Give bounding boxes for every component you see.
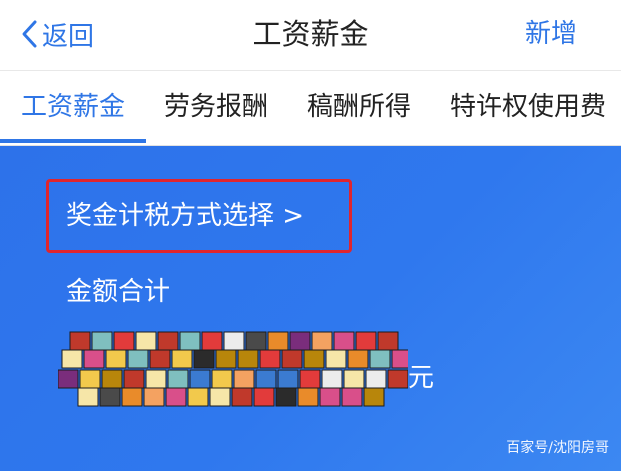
back-button[interactable]: 返回 — [20, 14, 94, 54]
salary-summary-card: 奖金计税方式选择 > 金额合计 元 百家号/沈阳房哥 — [0, 146, 621, 471]
tab-salary[interactable]: 工资薪金 — [21, 89, 125, 125]
add-button[interactable]: 新增 — [525, 14, 577, 54]
chevron-left-icon — [20, 19, 42, 49]
bonus-tax-method-link[interactable]: 奖金计税方式选择 > — [66, 198, 304, 234]
watermark: 百家号/沈阳房哥 — [506, 440, 609, 456]
screen: 返回 工资薪金 新增 工资薪金 劳务报酬 稿酬所得 特许权使用费 奖金计税方式选… — [0, 0, 621, 471]
nav-bar: 返回 工资薪金 新增 — [0, 0, 621, 71]
masked-amount — [57, 326, 413, 410]
back-label: 返回 — [42, 21, 95, 52]
tab-labor-remuneration[interactable]: 劳务报酬 — [164, 89, 268, 125]
active-tab-indicator — [0, 139, 146, 143]
currency-unit: 元 — [408, 363, 435, 393]
tab-author-remuneration[interactable]: 稿酬所得 — [307, 89, 411, 125]
total-amount-label: 金额合计 — [66, 277, 171, 307]
income-type-tabs: 工资薪金 劳务报酬 稿酬所得 特许权使用费 — [0, 71, 621, 146]
mosaic-mask — [57, 331, 413, 407]
tab-royalties[interactable]: 特许权使用费 — [450, 89, 606, 125]
